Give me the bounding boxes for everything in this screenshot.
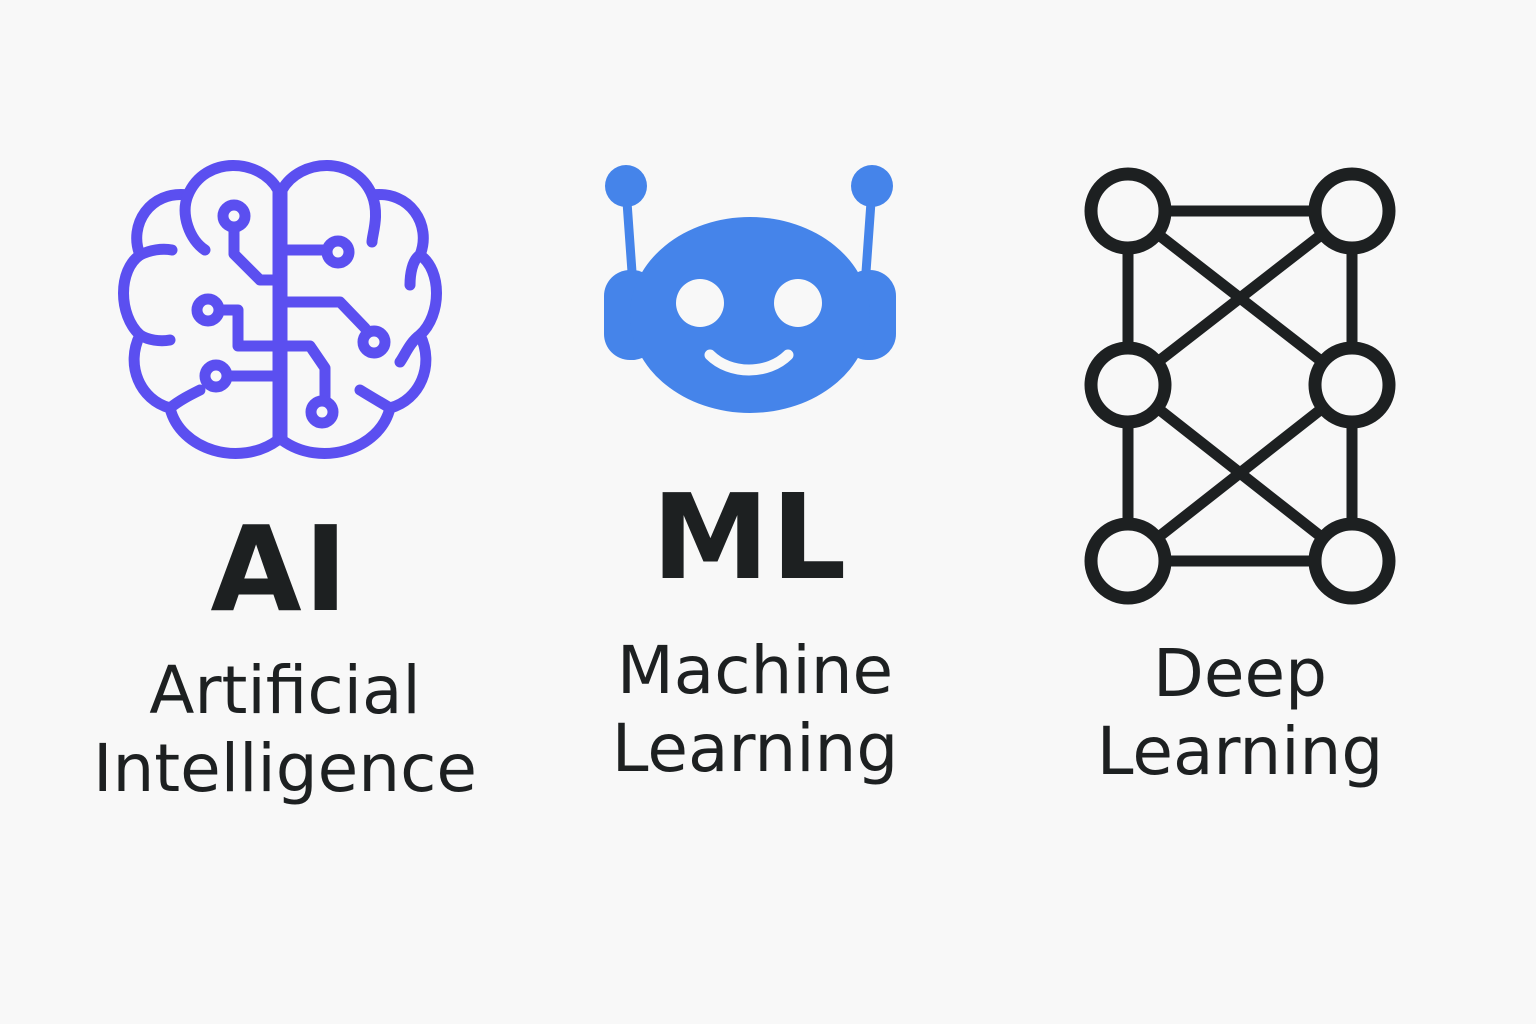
ai-name-line-1: Artificial (149, 652, 421, 729)
ai-abbreviation: AI (210, 500, 350, 638)
neural-network-icon (1084, 167, 1396, 605)
ml-full-name: Machine Learning (530, 632, 980, 788)
network-node (1308, 167, 1396, 255)
brain-circuit-icon (118, 160, 442, 459)
ml-name-line-2: Learning (611, 710, 899, 787)
dl-full-name: Deep Learning (1015, 635, 1465, 791)
ai-name-line-2: Intelligence (92, 730, 477, 807)
network-node (1084, 517, 1172, 605)
ml-abbreviation: ML (651, 468, 849, 606)
dl-name-line-2: Learning (1096, 713, 1384, 790)
network-node (1308, 517, 1396, 605)
network-node (1308, 341, 1396, 429)
robot-head-icon (604, 165, 896, 413)
ai-full-name: Artificial Intelligence (60, 652, 510, 808)
network-node (1084, 341, 1172, 429)
ml-name-line-1: Machine (616, 632, 894, 709)
network-node (1084, 167, 1172, 255)
dl-name-line-1: Deep (1153, 635, 1327, 712)
